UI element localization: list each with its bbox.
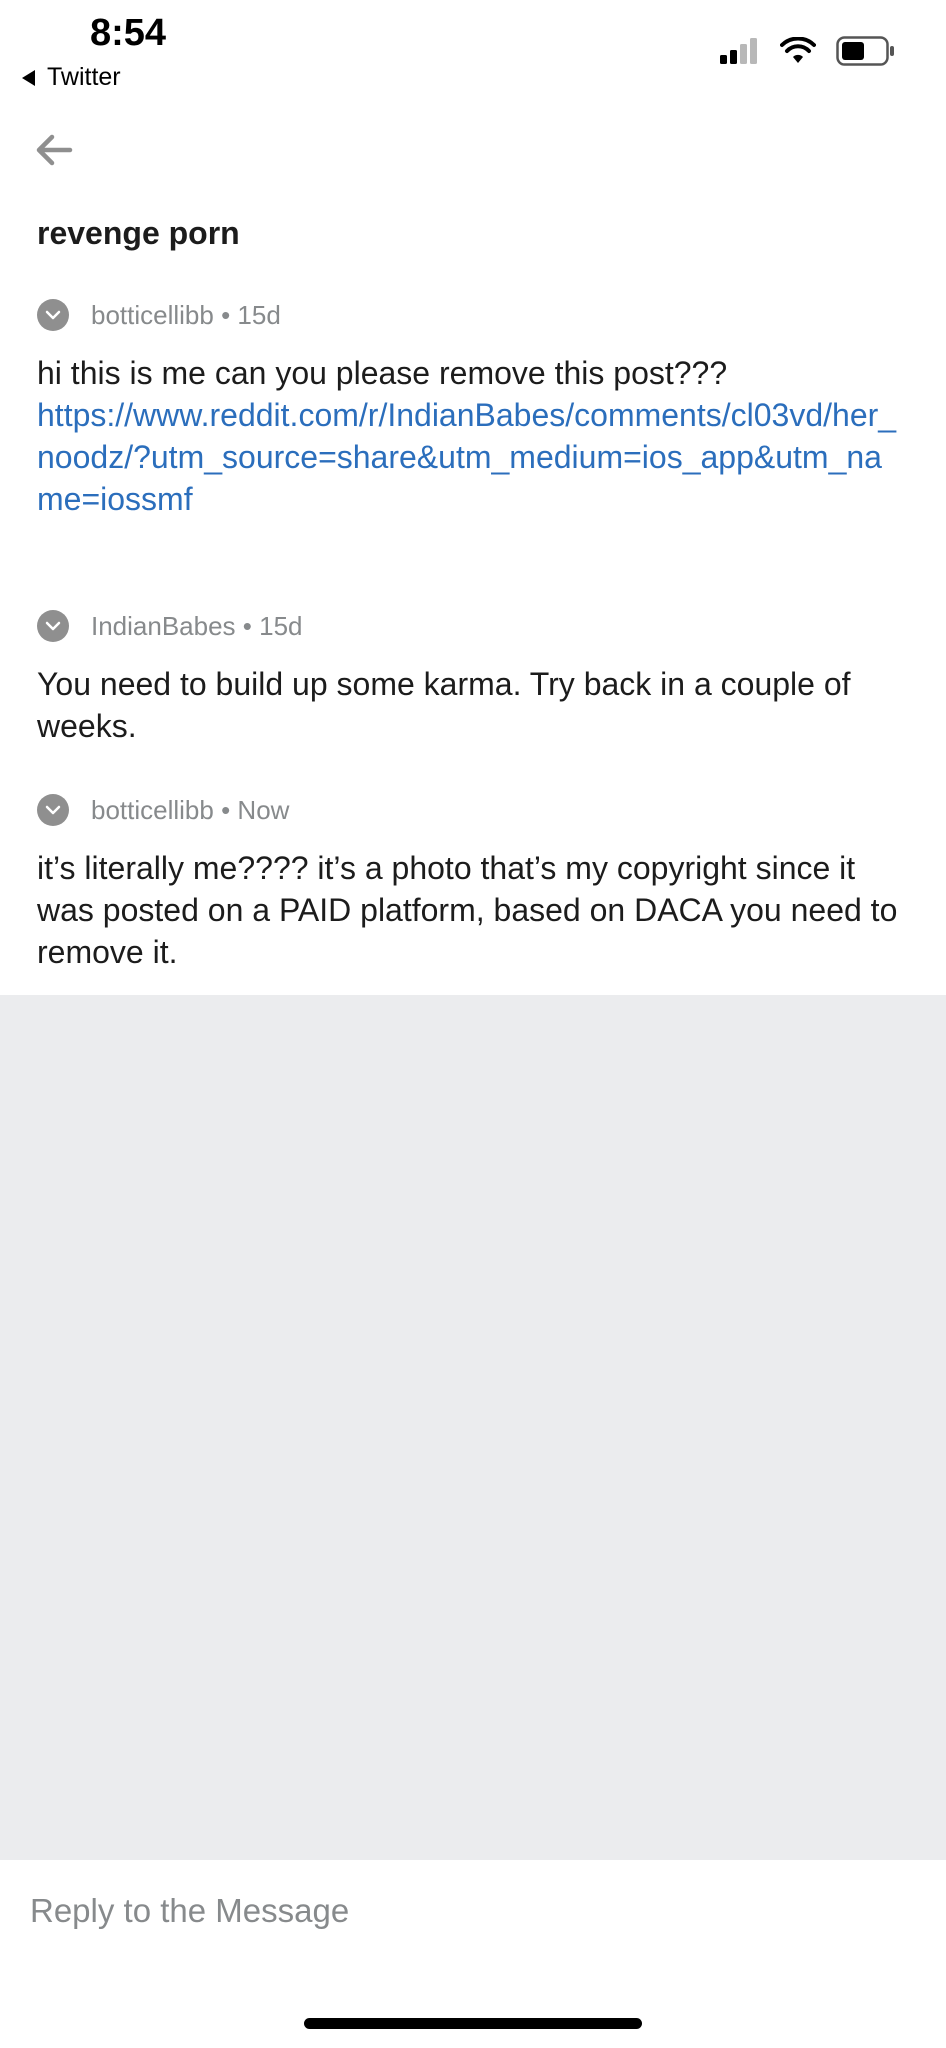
cellular-signal-icon bbox=[720, 38, 757, 64]
chevron-down-icon bbox=[45, 805, 61, 815]
arrow-left-icon bbox=[36, 134, 73, 166]
collapse-toggle[interactable] bbox=[37, 794, 69, 826]
message-time: Now bbox=[237, 794, 290, 825]
conversation-title: revenge porn bbox=[37, 215, 240, 251]
message-header: botticellibb • Now bbox=[37, 790, 907, 830]
status-bar: 8:54 Twitter bbox=[0, 0, 946, 100]
reply-bar bbox=[0, 1860, 946, 1970]
message-item: botticellibb • 15d hi this is me can you… bbox=[37, 295, 907, 520]
chevron-down-icon bbox=[45, 310, 61, 320]
message-time: 15d bbox=[259, 610, 303, 641]
back-triangle-icon bbox=[22, 69, 35, 86]
message-body: You need to build up some karma. Try bac… bbox=[37, 666, 851, 744]
home-indicator[interactable] bbox=[304, 2018, 642, 2029]
message-text: hi this is me can you please remove this… bbox=[37, 355, 728, 391]
message-item: IndianBabes • 15d You need to build up s… bbox=[37, 606, 907, 747]
status-time: 8:54 bbox=[90, 12, 167, 54]
wifi-icon bbox=[780, 37, 816, 63]
status-icons bbox=[720, 36, 896, 66]
collapse-toggle[interactable] bbox=[37, 610, 69, 642]
back-button[interactable] bbox=[30, 126, 78, 174]
reply-input[interactable] bbox=[30, 1892, 910, 1930]
back-to-app-link[interactable]: Twitter bbox=[22, 63, 121, 92]
message-body: hi this is me can you please remove this… bbox=[37, 352, 907, 520]
empty-thread-area bbox=[0, 995, 946, 1860]
back-app-label: Twitter bbox=[47, 63, 121, 91]
message-header: IndianBabes • 15d bbox=[37, 606, 907, 646]
battery-icon bbox=[836, 36, 894, 66]
message-link[interactable]: https://www.reddit.com/r/IndianBabes/com… bbox=[37, 394, 907, 520]
message-author[interactable]: botticellibb bbox=[91, 795, 214, 826]
message-author[interactable]: IndianBabes bbox=[91, 611, 236, 642]
message-header: botticellibb • 15d bbox=[37, 295, 907, 335]
message-time: 15d bbox=[237, 299, 281, 330]
collapse-toggle[interactable] bbox=[37, 299, 69, 331]
chevron-down-icon bbox=[45, 621, 61, 631]
message-item: botticellibb • Now it’s literally me????… bbox=[37, 790, 907, 973]
nav-bar bbox=[0, 110, 946, 190]
message-author[interactable]: botticellibb bbox=[91, 300, 214, 331]
message-body: it’s literally me???? it’s a photo that’… bbox=[37, 850, 898, 970]
